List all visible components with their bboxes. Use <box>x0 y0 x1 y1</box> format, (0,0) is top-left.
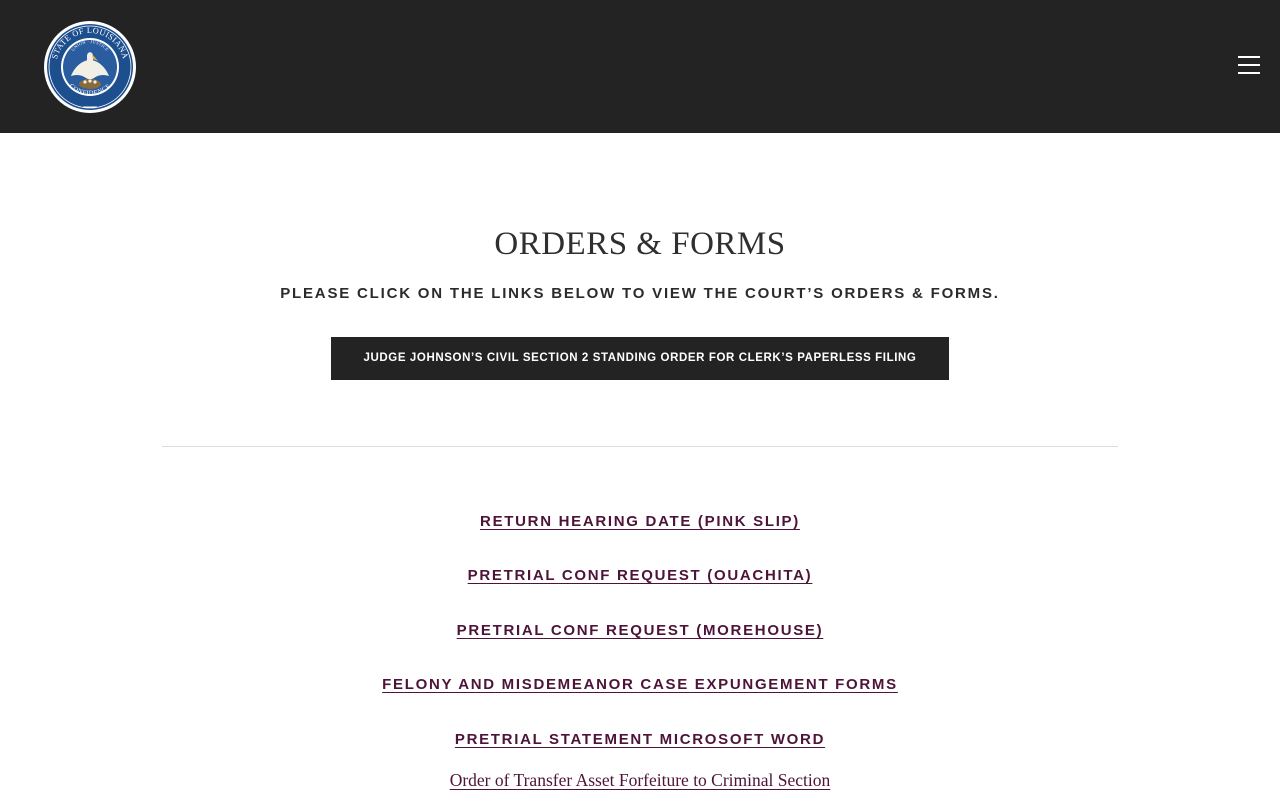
link-pretrial-conf-request-morehouse[interactable]: PRETRIAL CONF REQUEST (MOREHOUSE) <box>0 622 1280 639</box>
hamburger-menu-icon[interactable] <box>1238 56 1260 76</box>
site-header: STATE OF LOUISIANA CONFIDENCE UNION · JU… <box>0 0 1280 133</box>
section-divider <box>162 446 1118 447</box>
link-pretrial-statement-word[interactable]: PRETRIAL STATEMENT MICROSOFT WORD <box>0 731 1280 748</box>
link-return-hearing-date[interactable]: RETURN HEARING DATE (PINK SLIP) <box>0 513 1280 530</box>
link-pretrial-conf-request-ouachita[interactable]: PRETRIAL CONF REQUEST (OUACHITA) <box>0 567 1280 584</box>
link-order-of-transfer-asset-forfeiture[interactable]: Order of Transfer Asset Forfeiture to Cr… <box>0 770 1280 791</box>
louisiana-state-seal-icon[interactable]: STATE OF LOUISIANA CONFIDENCE UNION · JU… <box>43 20 137 114</box>
link-expungement-forms[interactable]: FELONY AND MISDEMEANOR CASE EXPUNGEMENT … <box>0 676 1280 693</box>
page-title: ORDERS & FORMS <box>494 226 786 262</box>
standing-order-button[interactable]: JUDGE JOHNSON’S CIVIL SECTION 2 STANDING… <box>331 337 949 380</box>
page-subtitle: PLEASE CLICK ON THE LINKS BELOW TO VIEW … <box>280 285 1000 302</box>
main-content: ORDERS & FORMS PLEASE CLICK ON THE LINKS… <box>0 133 1280 800</box>
